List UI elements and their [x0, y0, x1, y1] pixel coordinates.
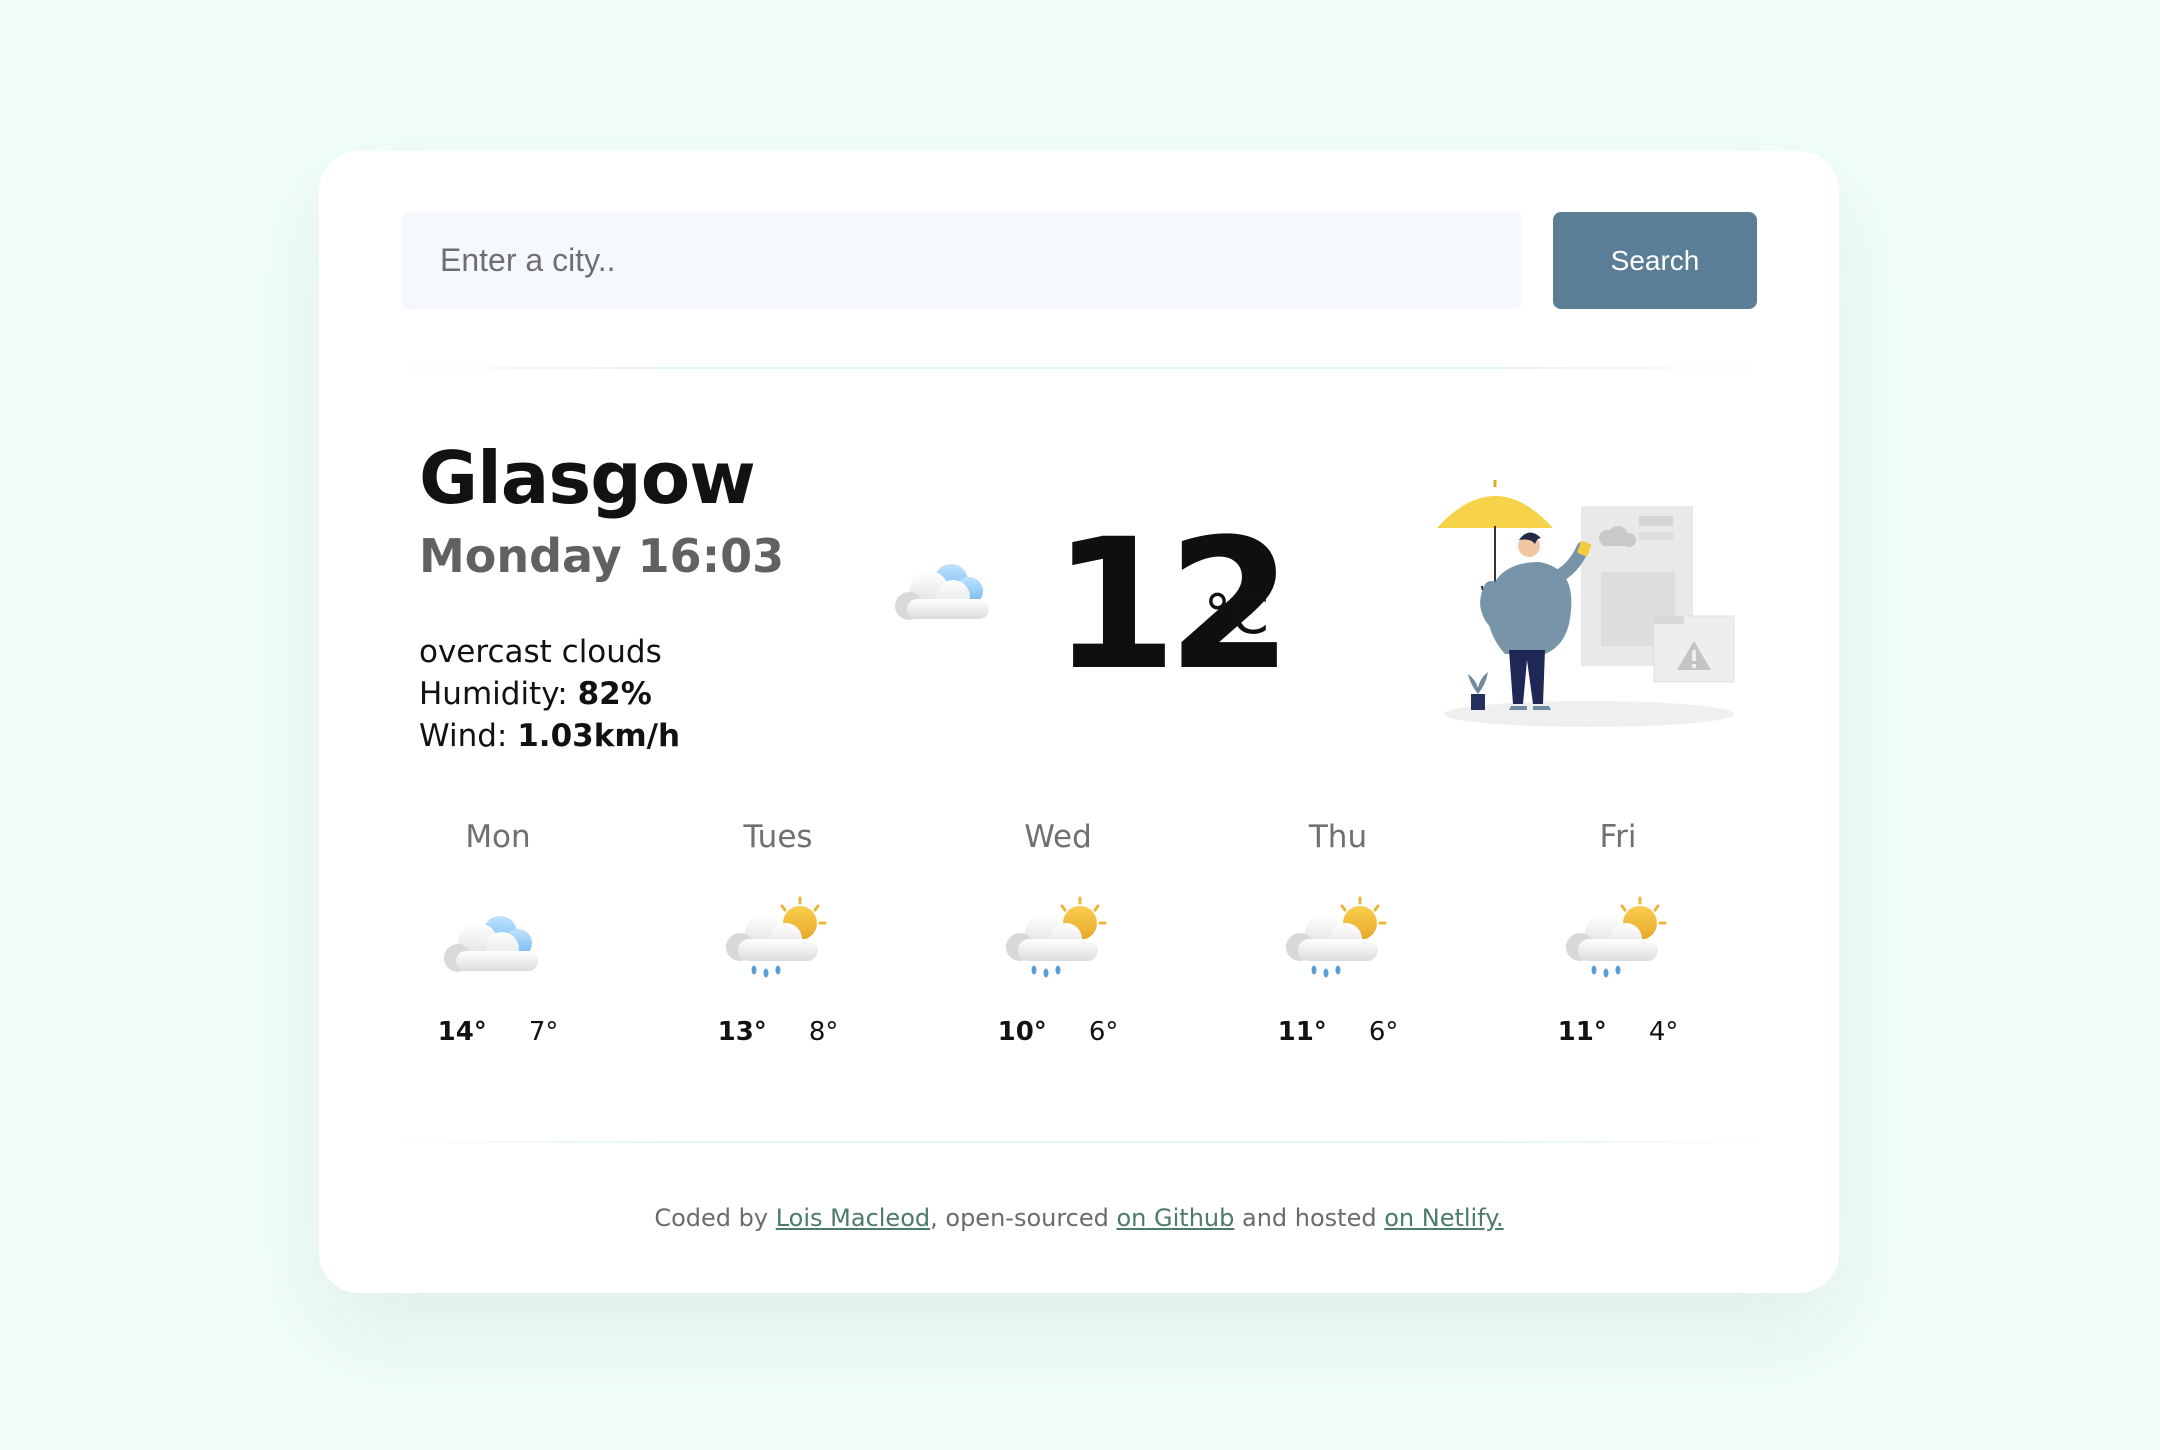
city-search-input[interactable] [402, 212, 1522, 309]
forecast-temps: 14° 7° [398, 1017, 598, 1047]
weather-description: overcast clouds [419, 634, 662, 670]
forecast-day-name: Fri [1599, 819, 1637, 855]
forecast-day-name: Mon [465, 819, 531, 855]
forecast-temps: 10° 6° [958, 1017, 1158, 1047]
footer-text: Coded by [654, 1204, 776, 1232]
forecast-max: 10° [997, 1017, 1047, 1047]
divider [379, 367, 1779, 369]
sun-cloud-rain-icon [1278, 895, 1398, 985]
divider [379, 1141, 1779, 1143]
forecast-min: 7° [528, 1017, 559, 1047]
weather-card: Search Glasgow Monday 16:03 overcast clo… [319, 151, 1839, 1293]
footer-text: , open-sourced [930, 1204, 1117, 1232]
forecast-min: 6° [1368, 1017, 1399, 1047]
current-details: overcast clouds Humidity: 82% Wind: 1.03… [419, 631, 680, 757]
forecast-temps: 11° 6° [1238, 1017, 1438, 1047]
forecast-max: 13° [717, 1017, 767, 1047]
forecast-max: 11° [1557, 1017, 1607, 1047]
forecast-day-name: Tues [743, 819, 813, 855]
author-link[interactable]: Lois Macleod [776, 1204, 930, 1232]
sun-cloud-rain-icon [998, 895, 1118, 985]
forecast-day: Wed 10° 6° [958, 819, 1158, 1047]
forecast-day-name: Wed [1024, 819, 1092, 855]
cloud-icon [889, 551, 1009, 631]
github-link[interactable]: on Github [1117, 1204, 1235, 1232]
forecast-day-name: Thu [1308, 819, 1368, 855]
humidity-label: Humidity: [419, 676, 568, 712]
forecast: Mon 14° 7° Tues 13° 8° Wed 10° 6° Thu 11° 6° [361, 819, 1761, 1079]
forecast-min: 8° [808, 1017, 839, 1047]
forecast-max: 11° [1277, 1017, 1327, 1047]
wind: Wind: 1.03km/h [419, 715, 680, 757]
person-umbrella-illustration-icon [1437, 480, 1735, 727]
wind-label: Wind: [419, 718, 508, 754]
temperature-unit: °C [1204, 583, 1269, 646]
sun-cloud-rain-icon [1558, 895, 1678, 985]
footer: Coded by Lois Macleod, open-sourced on G… [319, 1204, 1839, 1232]
cloud-icon [444, 916, 538, 972]
wind-value: 1.03km/h [517, 718, 681, 754]
forecast-day: Tues 13° 8° [678, 819, 878, 1047]
forecast-day: Thu 11° 6° [1238, 819, 1438, 1047]
city-name: Glasgow [419, 436, 756, 520]
forecast-temps: 13° 8° [678, 1017, 878, 1047]
humidity: Humidity: 82% [419, 673, 680, 715]
search-form: Search [402, 212, 1757, 309]
forecast-min: 6° [1088, 1017, 1119, 1047]
footer-text: and hosted [1234, 1204, 1385, 1232]
forecast-max: 14° [437, 1017, 487, 1047]
search-button[interactable]: Search [1553, 212, 1757, 309]
forecast-min: 4° [1648, 1017, 1679, 1047]
current-datetime: Monday 16:03 [419, 529, 785, 583]
netlify-link[interactable]: on Netlify. [1384, 1204, 1503, 1232]
humidity-value: 82% [577, 676, 652, 712]
forecast-temps: 11° 4° [1518, 1017, 1718, 1047]
sun-cloud-rain-icon [718, 895, 838, 985]
forecast-day: Mon 14° 7° [398, 819, 598, 1047]
forecast-day: Fri 11° 4° [1518, 819, 1718, 1047]
